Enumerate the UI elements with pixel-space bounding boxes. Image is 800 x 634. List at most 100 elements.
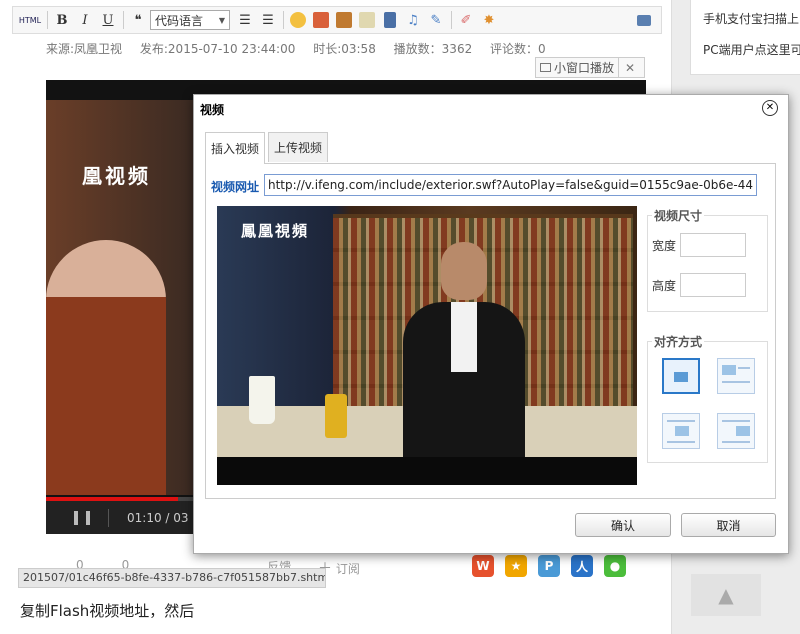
height-row: 高度 xyxy=(652,273,747,297)
toolbar-divider xyxy=(123,11,124,29)
unordered-list-icon[interactable]: ☰ xyxy=(257,9,279,31)
align-preview-icon xyxy=(675,426,689,436)
underline-button[interactable]: U xyxy=(97,9,119,31)
align-preview-icon xyxy=(722,365,736,375)
tab-insert-video[interactable]: 插入视频 xyxy=(205,132,266,164)
wechat-icon[interactable]: ● xyxy=(604,555,626,577)
dialog-title: 视频 xyxy=(200,103,225,117)
toolbar-divider xyxy=(451,11,452,29)
align-left-option[interactable] xyxy=(717,358,755,394)
guest-figure xyxy=(397,242,527,457)
height-input[interactable] xyxy=(680,273,747,297)
insert-gallery-button[interactable] xyxy=(333,9,355,31)
attachment-icon: ✎ xyxy=(430,12,442,28)
fullscreen-button[interactable] xyxy=(633,9,655,31)
preview-frame: 鳳凰視頻 xyxy=(217,206,637,457)
guest-head xyxy=(441,242,487,300)
mini-player-close-icon[interactable]: ✕ xyxy=(619,61,641,75)
subscribe-label: 订阅 xyxy=(335,562,360,576)
gallery-icon xyxy=(336,12,352,28)
payment-sidebar: 手机支付宝扫描上 PC端用户点这里可 xyxy=(690,0,800,75)
ifeng-video-logo: 凰视频 xyxy=(82,164,151,188)
back-to-top-button[interactable]: ▲ xyxy=(691,574,761,616)
quote-button[interactable]: ❝ xyxy=(127,9,149,31)
guest-shirt xyxy=(451,302,477,372)
renren-icon[interactable]: 人 xyxy=(571,555,593,577)
music-icon: ♫ xyxy=(407,12,419,28)
width-row: 宽度 xyxy=(652,233,747,257)
presenter-figure xyxy=(46,240,166,495)
cup xyxy=(249,376,275,424)
toolbar-divider xyxy=(47,11,48,29)
mini-player-toggle[interactable]: 小窗口播放 ✕ xyxy=(535,57,645,78)
insert-attachment-button[interactable] xyxy=(356,9,378,31)
align-preview-icon xyxy=(736,426,750,436)
video-dialog: 视频 ✕ 插入视频 上传视频 视频网址 鳳凰視頻 视频尺寸 xyxy=(193,94,789,554)
mini-player-button[interactable]: 小窗口播放 xyxy=(536,58,620,77)
sidebar-line-2[interactable]: PC端用户点这里可 xyxy=(691,41,800,58)
text-line xyxy=(722,381,750,383)
editor-caption: 复制Flash视频地址，然后 xyxy=(20,602,195,620)
alignment-group: 对齐方式 xyxy=(647,333,768,463)
text-line xyxy=(667,441,695,443)
window-icon xyxy=(540,63,551,72)
insert-link-button[interactable]: ✎ xyxy=(425,9,447,31)
toolbar-divider xyxy=(283,11,284,29)
align-legend: 对齐方式 xyxy=(652,333,705,350)
editor-toolbar: HTML B I U ❝ 代码语言 ▼ ☰ ☰ ♫ ✎ ✐ ✸ xyxy=(12,6,662,34)
width-input[interactable] xyxy=(680,233,747,257)
width-label: 宽度 xyxy=(652,238,677,253)
ordered-list-icon[interactable]: ☰ xyxy=(234,9,256,31)
italic-button[interactable]: I xyxy=(74,9,96,31)
text-line xyxy=(738,367,750,369)
emoticon-button[interactable] xyxy=(287,9,309,31)
sidebar-line-1: 手机支付宝扫描上 xyxy=(703,12,800,26)
insert-image-button[interactable] xyxy=(310,9,332,31)
magic-wand-icon: ✸ xyxy=(483,12,495,28)
video-url-label: 视频网址 xyxy=(211,180,260,194)
share-bar: W ★ P 人 ● xyxy=(472,555,626,577)
bold-button[interactable]: B xyxy=(51,9,73,31)
eraser-button[interactable]: ✐ xyxy=(455,9,477,31)
cancel-button[interactable]: 取消 xyxy=(681,513,776,537)
size-legend: 视频尺寸 xyxy=(652,207,705,224)
weibo-icon[interactable]: W xyxy=(472,555,494,577)
html-source-button[interactable]: HTML xyxy=(17,9,43,31)
text-line xyxy=(722,441,750,443)
can xyxy=(325,394,347,438)
status-url: 201507/01c46f65-b8fe-4337-b786-c7f051587… xyxy=(18,568,326,588)
align-right-option[interactable] xyxy=(662,413,700,449)
pause-icon[interactable] xyxy=(74,510,90,525)
video-size-group: 视频尺寸 宽度 高度 xyxy=(647,207,768,312)
meta-source: 来源:凤凰卫视 xyxy=(46,42,123,56)
close-icon[interactable]: ✕ xyxy=(762,100,778,116)
align-center-option[interactable] xyxy=(717,413,755,449)
scrawl-icon xyxy=(359,12,375,28)
code-language-value: 代码语言 xyxy=(155,13,204,28)
meta-published: 发布:2015-07-10 23:44:00 xyxy=(139,42,296,56)
align-none-option[interactable] xyxy=(662,358,700,394)
tab-upload-video[interactable]: 上传视频 xyxy=(268,132,329,162)
controls-divider xyxy=(108,508,109,527)
mini-player-label: 小窗口播放 xyxy=(554,61,615,75)
eraser-icon: ✐ xyxy=(460,12,472,28)
video-time: 01:10 / 03 xyxy=(127,510,189,525)
video-url-input[interactable] xyxy=(264,174,757,196)
text-line xyxy=(722,420,750,422)
pengyou-icon[interactable]: P xyxy=(538,555,560,577)
confirm-button[interactable]: 确认 xyxy=(575,513,671,537)
smiley-icon xyxy=(290,12,306,28)
height-label: 高度 xyxy=(652,278,677,293)
qzone-icon[interactable]: ★ xyxy=(505,555,527,577)
insert-video-button[interactable] xyxy=(379,9,401,31)
preview-logo: 鳳凰視頻 xyxy=(241,222,310,240)
dialog-tabs: 插入视频 上传视频 xyxy=(205,132,331,164)
insert-music-button[interactable]: ♫ xyxy=(402,9,424,31)
magic-button[interactable]: ✸ xyxy=(478,9,500,31)
meta-comments: 评论数：0 xyxy=(490,42,546,56)
chevron-down-icon: ▼ xyxy=(218,15,225,25)
meta-plays: 播放数：3362 xyxy=(393,42,473,56)
code-language-select[interactable]: 代码语言 ▼ xyxy=(150,10,230,30)
monitor-icon xyxy=(637,14,651,26)
meta-duration: 时长:03:58 xyxy=(313,42,376,56)
